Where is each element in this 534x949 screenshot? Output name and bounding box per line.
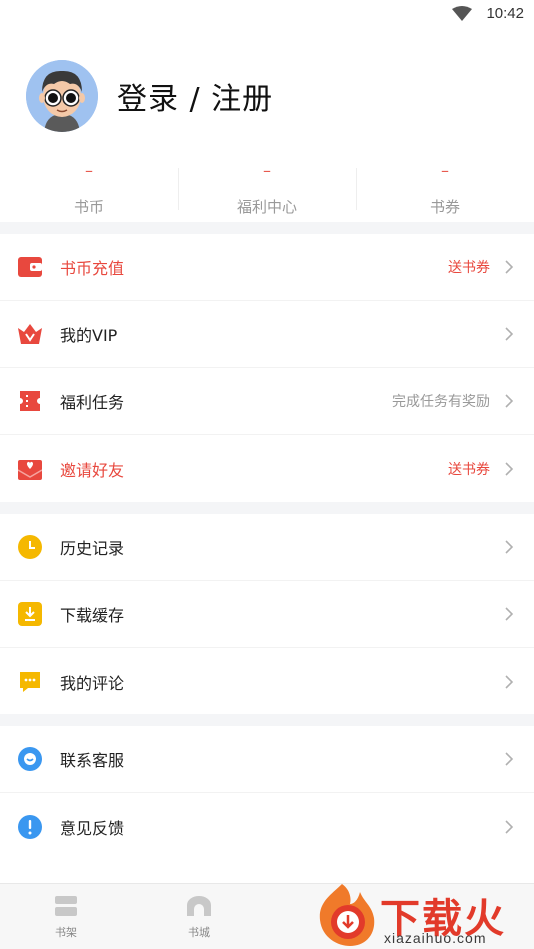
menu-label: 邀请好友 <box>60 460 125 480</box>
bookshelf-icon <box>55 896 77 916</box>
menu-item-feedback[interactable]: 意见反馈 <box>0 793 534 860</box>
menu-label: 我的VIP <box>60 326 118 345</box>
menu-promo: 送书券 <box>448 260 490 276</box>
profile-header[interactable]: 登录 / 注册 <box>26 58 506 134</box>
chevron-right-icon <box>505 674 514 689</box>
stat-label: 书券 <box>429 198 460 216</box>
menu-hint: 完成任务有奖励 <box>392 394 490 410</box>
chevron-right-icon <box>505 327 514 341</box>
tab-label: 书架 <box>55 926 77 939</box>
chevron-right-icon <box>505 461 514 476</box>
chevron-right-icon <box>505 607 514 621</box>
wifi-icon <box>452 6 472 21</box>
menu-promo: 送书券 <box>448 461 490 478</box>
stat-vouchers[interactable]: – 书券 <box>356 160 534 222</box>
chevron-right-icon <box>505 260 514 274</box>
menu-label: 下载缓存 <box>60 606 125 625</box>
menu-item-vip[interactable]: 我的VIP <box>0 301 534 368</box>
flame-logo-icon <box>319 884 375 946</box>
menu-label: 我的评论 <box>60 673 125 693</box>
menu-label: 联系客服 <box>60 751 125 770</box>
stat-label: 书币 <box>73 198 104 216</box>
chevron-right-icon <box>505 540 514 554</box>
stat-value: – <box>85 161 93 180</box>
menu-item-customer-service[interactable]: 联系客服 <box>0 726 534 793</box>
ticket-icon <box>17 388 43 414</box>
stat-welfare-center[interactable]: – 福利中心 <box>178 160 356 222</box>
vip-crown-icon <box>17 321 43 347</box>
menu-label: 福利任务 <box>60 393 125 412</box>
menu-group-support: 联系客服 意见反馈 <box>0 714 534 860</box>
group-divider <box>0 502 534 514</box>
status-bar: 10:42 <box>0 0 534 30</box>
menu-label: 历史记录 <box>60 539 125 558</box>
stat-value: – <box>441 161 449 180</box>
customer-service-icon <box>17 746 43 772</box>
stat-label: 福利中心 <box>236 198 297 216</box>
tab-bookstore[interactable]: 书城 <box>154 884 244 949</box>
tab-bookshelf[interactable]: 书架 <box>21 884 111 949</box>
group-divider <box>0 714 534 726</box>
menu-item-recharge[interactable]: 书币充值 送书券 <box>0 234 534 301</box>
tab-label: 书城 <box>188 926 210 939</box>
status-time: 10:42 <box>486 5 524 22</box>
download-icon <box>17 601 43 627</box>
feedback-icon <box>17 814 43 840</box>
menu-item-downloads[interactable]: 下载缓存 <box>0 581 534 648</box>
envelope-heart-icon <box>17 456 43 482</box>
chevron-right-icon <box>505 394 514 408</box>
menu-group-reading: 历史记录 下载缓存 我的评论 <box>0 502 534 715</box>
stat-coins[interactable]: – 书币 <box>0 160 178 222</box>
stat-value: – <box>263 161 271 180</box>
account-stats: – 书币 – 福利中心 – 书券 <box>0 160 534 222</box>
comment-icon <box>17 669 43 695</box>
menu-item-invite-friends[interactable]: 邀请好友 送书券 <box>0 435 534 502</box>
chevron-right-icon <box>505 752 514 766</box>
menu-item-history[interactable]: 历史记录 <box>0 514 534 581</box>
watermark-url: xiazaihuo.com <box>384 930 487 946</box>
menu-group-account: 书币充值 送书券 我的VIP 福利任务 完成任务有奖励 邀请好友 送书券 <box>0 222 534 502</box>
chevron-right-icon <box>505 819 514 834</box>
menu-item-welfare-tasks[interactable]: 福利任务 完成任务有奖励 <box>0 368 534 435</box>
avatar-illustration-icon <box>26 60 98 132</box>
menu-item-comments[interactable]: 我的评论 <box>0 648 534 715</box>
login-register-link[interactable]: 登录 / 注册 <box>117 74 273 118</box>
wallet-icon <box>17 254 43 280</box>
avatar[interactable] <box>26 60 98 132</box>
bookstore-icon <box>187 896 211 916</box>
clock-icon <box>17 534 43 560</box>
group-divider <box>0 222 534 234</box>
watermark-logo: 下载火 xiazaihuo.com <box>312 880 534 949</box>
menu-label: 书币充值 <box>60 259 125 278</box>
menu-label: 意见反馈 <box>60 818 125 838</box>
